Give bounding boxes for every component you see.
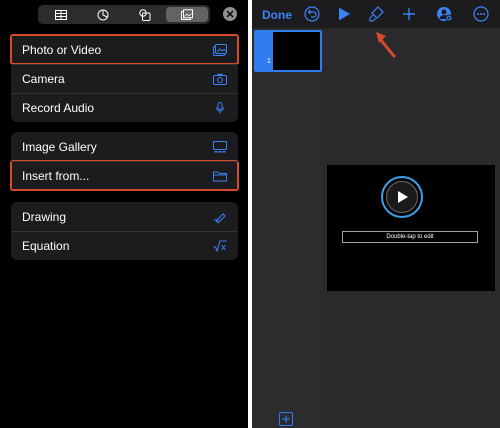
option-label: Image Gallery: [22, 139, 97, 154]
keynote-editor: Done 1 Double-tap to edit: [252, 0, 500, 428]
editor-toolbar: Done: [252, 0, 500, 28]
more-icon[interactable]: [473, 6, 489, 22]
image-gallery-option[interactable]: Image Gallery: [11, 132, 238, 161]
record-audio-option[interactable]: Record Audio: [11, 93, 238, 122]
insert-category-tabs: [38, 5, 210, 24]
tab-chart[interactable]: [82, 7, 124, 22]
option-label: Insert from...: [22, 168, 90, 183]
tab-media[interactable]: [166, 7, 208, 22]
option-label: Drawing: [22, 209, 67, 224]
drawing-option[interactable]: Drawing: [11, 202, 238, 231]
option-label: Record Audio: [22, 100, 95, 115]
pencil-draw-icon: [213, 210, 227, 224]
slide-thumbnail-preview: [273, 32, 320, 70]
option-label: Equation: [22, 238, 70, 253]
add-slide-button[interactable]: [279, 412, 293, 426]
folder-icon: [213, 169, 227, 183]
close-button[interactable]: [223, 7, 237, 21]
slide-canvas: Double-tap to edit: [323, 28, 500, 428]
photo-or-video-option[interactable]: Photo or Video: [10, 34, 239, 65]
square-root-icon: [213, 239, 227, 253]
annotation-arrow: [376, 32, 396, 58]
camera-icon: [213, 72, 227, 86]
play-icon: [398, 191, 408, 203]
tab-shapes[interactable]: [124, 7, 166, 22]
media-caption[interactable]: Double-tap to edit: [342, 231, 478, 243]
undo-icon[interactable]: [304, 6, 320, 22]
play-icon[interactable]: [336, 6, 352, 22]
add-icon[interactable]: [401, 6, 417, 22]
media-icon: [181, 8, 193, 20]
add-icon: [282, 415, 290, 423]
insert-source-group: Image Gallery Insert from...: [10, 132, 239, 191]
image-gallery-icon: [213, 140, 227, 154]
done-button[interactable]: Done: [262, 8, 292, 22]
option-label: Camera: [22, 71, 65, 86]
table-icon: [55, 9, 67, 20]
microphone-icon: [213, 101, 227, 115]
close-icon: [226, 10, 234, 18]
media-source-group: Photo or Video Camera Record Audio: [10, 34, 239, 122]
shapes-icon: [139, 8, 151, 21]
option-label: Photo or Video: [22, 42, 102, 57]
insert-panel: Photo or Video Camera Record Audio Image…: [0, 0, 248, 428]
photo-library-icon: [213, 43, 227, 57]
camera-option[interactable]: Camera: [11, 64, 238, 93]
equation-option[interactable]: Equation: [11, 231, 238, 260]
format-brush-icon[interactable]: [368, 6, 384, 22]
collaborate-icon[interactable]: [436, 6, 452, 22]
play-disc: [386, 181, 418, 213]
slide-navigator: 1: [252, 28, 323, 428]
slide-number: 1: [267, 58, 271, 65]
tab-table[interactable]: [40, 7, 82, 22]
chart-icon: [97, 9, 109, 20]
media-play-button[interactable]: [381, 176, 423, 218]
create-group: Drawing Equation: [11, 202, 238, 260]
slide-thumbnail[interactable]: 1: [254, 30, 322, 72]
current-slide[interactable]: Double-tap to edit: [327, 165, 495, 291]
insert-from-option[interactable]: Insert from...: [10, 160, 239, 191]
